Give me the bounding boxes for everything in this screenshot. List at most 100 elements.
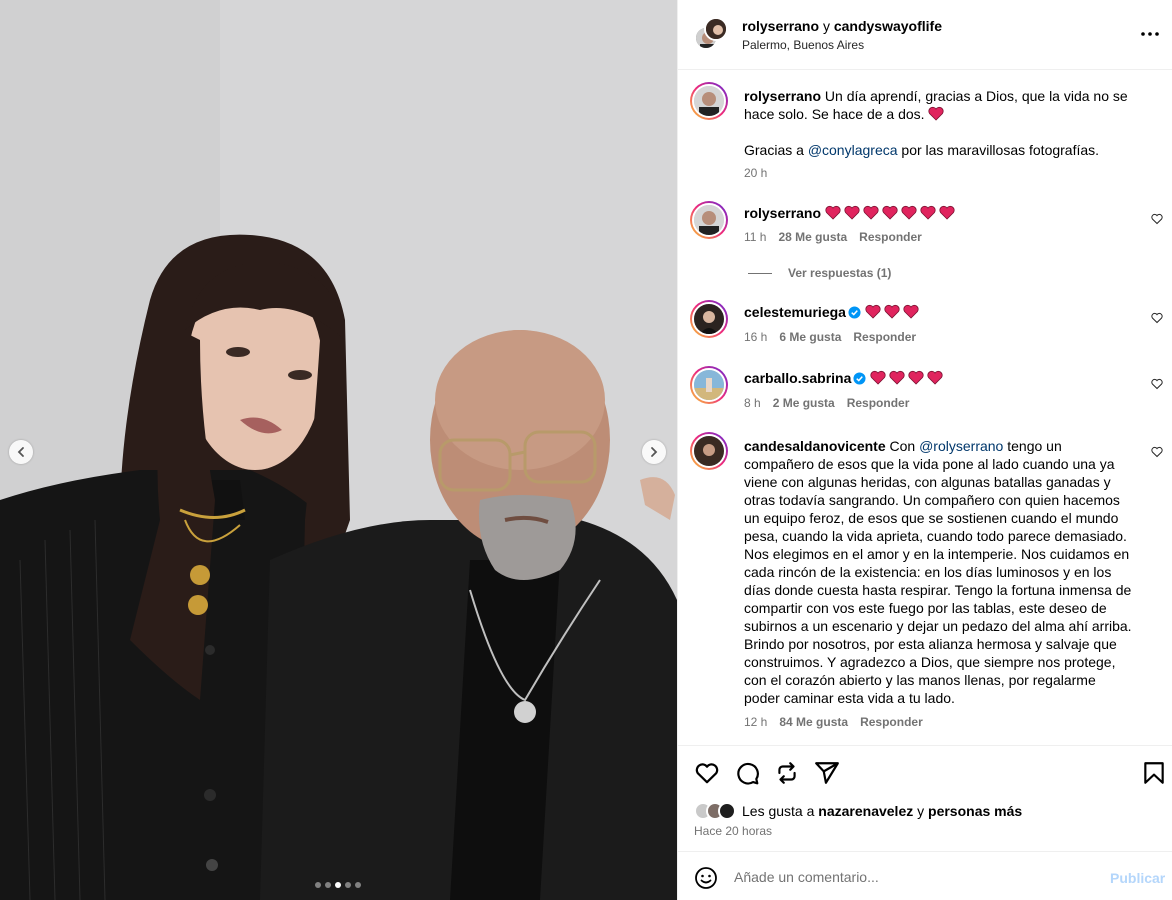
comment-time[interactable]: 16 h — [744, 330, 767, 344]
avatar[interactable] — [690, 432, 728, 470]
more-options-button[interactable] — [1138, 24, 1162, 44]
replies-divider — [748, 272, 772, 274]
comment-likes[interactable]: 6 Me gusta — [779, 330, 841, 344]
likes-text: Les gusta a nazarenavelez y personas más — [742, 803, 1023, 819]
carousel-prev-button[interactable] — [9, 440, 33, 464]
more-icon — [1141, 32, 1159, 36]
comment-username[interactable]: carballo.sabrina — [744, 370, 851, 386]
comment-meta: 11 h 28 Me gusta Responder — [744, 230, 922, 244]
caption-mention[interactable]: @conylagreca — [808, 142, 898, 158]
liker-username[interactable]: nazarenavelez — [818, 803, 913, 819]
avatar[interactable] — [690, 300, 728, 338]
heart-emoji-icon — [908, 370, 924, 385]
heart-emoji-icon — [884, 304, 900, 319]
caption-username[interactable]: rolyserrano — [744, 88, 821, 104]
verified-icon — [848, 306, 861, 319]
heart-emoji-icon — [901, 205, 917, 220]
authors-conjunction: y — [822, 18, 830, 34]
heart-icon[interactable] — [1151, 378, 1163, 390]
emoji-icon[interactable] — [694, 866, 718, 890]
repost-icon[interactable] — [774, 760, 800, 786]
comment-input[interactable] — [734, 864, 1094, 890]
post-timestamp[interactable]: Hace 20 horas — [694, 824, 772, 838]
comment-meta: 16 h 6 Me gusta Responder — [744, 330, 916, 344]
reply-button[interactable]: Responder — [853, 330, 916, 344]
heart-emoji-icon — [928, 106, 945, 121]
avatar[interactable] — [690, 366, 728, 404]
share-icon[interactable] — [814, 760, 840, 786]
carousel-dot — [335, 882, 341, 888]
add-comment-bar: Publicar — [678, 851, 1172, 900]
view-replies-button[interactable]: Ver respuestas (1) — [748, 266, 891, 280]
author-username[interactable]: candyswayoflife — [834, 18, 942, 34]
carousel-indicator — [315, 882, 361, 888]
comment-likes[interactable]: 28 Me gusta — [778, 230, 847, 244]
chevron-left-icon — [17, 447, 24, 457]
comment-text: Con — [885, 438, 920, 454]
publish-button[interactable]: Publicar — [1110, 870, 1165, 886]
caption-text-2: Gracias a — [744, 142, 808, 158]
heart-icon[interactable] — [694, 760, 720, 786]
bookmark-icon[interactable] — [1141, 760, 1167, 786]
comment-username[interactable]: celestemuriega — [744, 304, 846, 320]
carousel-dot — [315, 882, 321, 888]
comment-time[interactable]: 8 h — [744, 396, 761, 410]
heart-emoji-icon — [825, 205, 841, 220]
post-header: rolyserrano y candyswayoflife Palermo, B… — [678, 0, 1172, 70]
comment-mention[interactable]: @rolyserrano — [919, 438, 1003, 454]
heart-icon[interactable] — [1151, 312, 1163, 324]
reply-button[interactable]: Responder — [859, 230, 922, 244]
carousel-dot — [355, 882, 361, 888]
view-replies-label: Ver respuestas (1) — [788, 266, 892, 280]
likes-others[interactable]: personas más — [928, 803, 1022, 819]
carousel-dot — [345, 882, 351, 888]
heart-emoji-icon — [865, 304, 881, 319]
heart-emoji-icon — [920, 205, 936, 220]
caption-text-3: por las maravillosas fotografías. — [897, 142, 1100, 158]
author-avatars[interactable] — [694, 17, 728, 51]
post-media[interactable] — [0, 0, 677, 900]
likes-summary[interactable]: Les gusta a nazarenavelez y personas más — [694, 802, 1022, 820]
post-authors: rolyserrano y candyswayoflife — [742, 18, 942, 34]
comment-time[interactable]: 11 h — [744, 230, 766, 244]
author-username[interactable]: rolyserrano — [742, 18, 819, 34]
heart-emoji-icon — [939, 205, 955, 220]
caption-time[interactable]: 20 h — [744, 166, 767, 180]
comment-time[interactable]: 12 h — [744, 715, 767, 729]
heart-emoji-icon — [844, 205, 860, 220]
avatar[interactable] — [690, 201, 728, 239]
comment-username[interactable]: candesaldanovicente — [744, 438, 886, 454]
reply-button[interactable]: Responder — [847, 396, 910, 410]
comment-meta: 12 h 84 Me gusta Responder — [744, 715, 923, 729]
reply-button[interactable]: Responder — [860, 715, 923, 729]
avatar — [718, 802, 736, 820]
post-actions: Les gusta a nazarenavelez y personas más… — [678, 745, 1172, 851]
comment-hearts — [865, 304, 922, 320]
heart-emoji-icon — [882, 205, 898, 220]
avatar[interactable] — [690, 82, 728, 120]
heart-icon[interactable] — [1151, 213, 1163, 225]
comment-username[interactable]: rolyserrano — [744, 205, 821, 221]
chevron-right-icon — [651, 447, 658, 457]
comment-hearts — [825, 205, 958, 221]
carousel-next-button[interactable] — [642, 440, 666, 464]
heart-emoji-icon — [870, 370, 886, 385]
post-sidebar: rolyserrano y candyswayoflife Palermo, B… — [677, 0, 1172, 900]
caption-meta: 20 h — [744, 166, 767, 180]
comments-list[interactable]: rolyserrano Un día aprendí, gracias a Di… — [678, 71, 1172, 745]
comment-likes[interactable]: 2 Me gusta — [773, 396, 835, 410]
heart-emoji-icon — [927, 370, 943, 385]
heart-emoji-icon — [903, 304, 919, 319]
comment-meta: 8 h 2 Me gusta Responder — [744, 396, 909, 410]
comment-likes[interactable]: 84 Me gusta — [779, 715, 848, 729]
heart-emoji-icon — [889, 370, 905, 385]
comment-text: Nos elegimos en el amor y en la intemper… — [744, 546, 1132, 706]
heart-emoji-icon — [863, 205, 879, 220]
heart-icon[interactable] — [1151, 446, 1163, 458]
post-location[interactable]: Palermo, Buenos Aires — [742, 38, 864, 52]
carousel-dot — [325, 882, 331, 888]
post-photo — [0, 0, 677, 900]
avatar[interactable] — [704, 17, 728, 41]
comment-icon[interactable] — [734, 760, 760, 786]
comment-hearts — [870, 370, 946, 386]
